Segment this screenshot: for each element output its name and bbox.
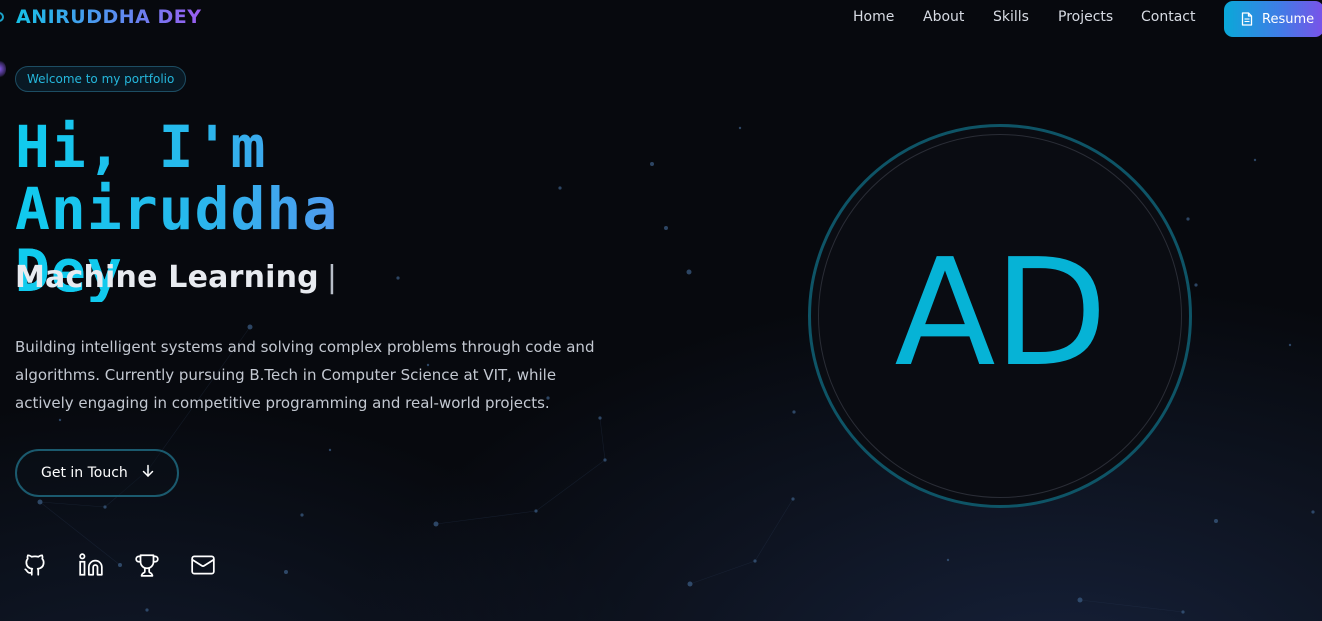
nav-link-projects[interactable]: Projects: [1058, 9, 1113, 25]
arrow-down-icon: [142, 464, 154, 482]
resume-label: Resume: [1262, 11, 1315, 27]
hero-title-line1: Hi, I'm Aniruddha: [15, 113, 339, 243]
typing-cursor: |: [326, 260, 338, 295]
site-header: ANIRUDDHA DEY Home About Skills Projects…: [0, 0, 1322, 38]
hero-bio: Building intelligent systems and solving…: [15, 338, 595, 412]
trophy-icon[interactable]: [134, 552, 160, 578]
linkedin-icon[interactable]: [78, 552, 104, 578]
get-in-touch-label: Get in Touch: [41, 465, 128, 481]
mail-icon[interactable]: [190, 552, 216, 578]
logo-dot-icon: [0, 12, 4, 22]
welcome-badge: Welcome to my portfolio: [15, 66, 187, 92]
document-icon: [1241, 12, 1253, 26]
portfolio-page: ANIRUDDHA DEY Home About Skills Projects…: [0, 0, 1322, 621]
nav-link-contact[interactable]: Contact: [1141, 9, 1195, 25]
avatar-initials: AD: [894, 227, 1107, 399]
site-logo[interactable]: ANIRUDDHA DEY: [16, 6, 202, 28]
resume-button[interactable]: Resume: [1224, 1, 1322, 37]
nav-link-skills[interactable]: Skills: [993, 9, 1029, 25]
get-in-touch-button[interactable]: Get in Touch: [15, 449, 179, 497]
nav-link-home[interactable]: Home: [853, 9, 894, 25]
avatar: AD: [808, 124, 1192, 508]
role-typewriter: Machine Learning |: [15, 260, 337, 295]
nav-link-about[interactable]: About: [923, 9, 964, 25]
role-text: Machine Learning: [15, 260, 319, 295]
github-icon[interactable]: [22, 552, 48, 578]
